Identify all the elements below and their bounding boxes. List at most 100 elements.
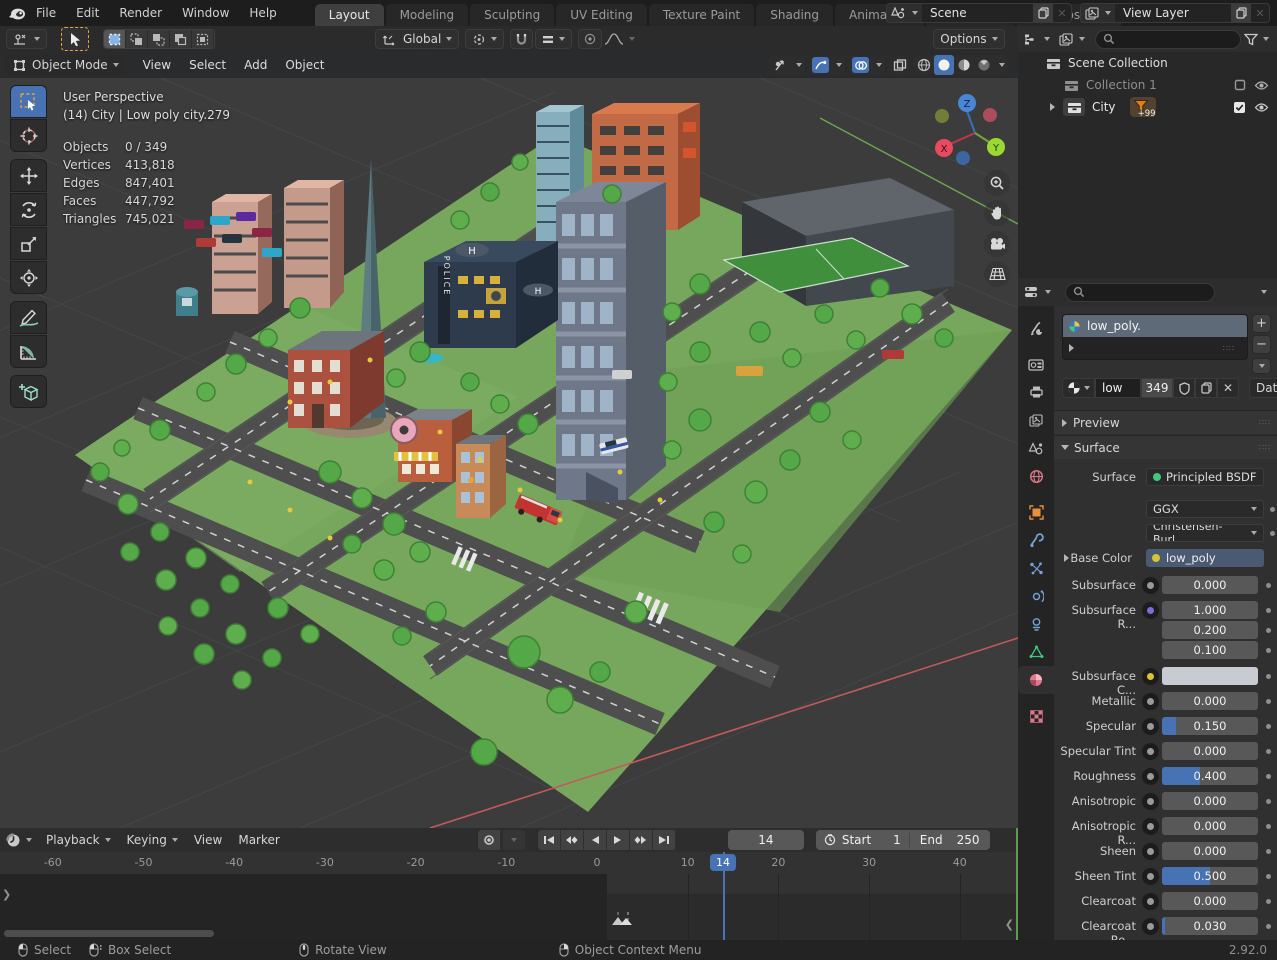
menu-help[interactable]: Help — [239, 6, 286, 20]
tracks-collapse-arrow[interactable]: ❯ — [2, 888, 11, 901]
animate-dot[interactable] — [1266, 648, 1271, 653]
outliner-display-mode-button[interactable] — [1059, 33, 1085, 46]
view-layer-icon[interactable] — [1081, 4, 1115, 22]
tab-object[interactable] — [1018, 498, 1054, 526]
play-reverse-button[interactable] — [584, 830, 607, 850]
toggle-perspective-button[interactable] — [984, 261, 1010, 287]
jump-to-end-button[interactable] — [653, 830, 676, 850]
input-socket-button[interactable] — [1142, 843, 1159, 860]
select-mode-subtract[interactable] — [148, 30, 170, 48]
properties-search-input[interactable] — [1065, 283, 1215, 302]
zoom-tool-button[interactable] — [984, 170, 1010, 196]
tab-modifiers[interactable] — [1018, 526, 1054, 554]
shading-wireframe-icon[interactable] — [914, 55, 934, 75]
tl-marker-menu[interactable]: Marker — [230, 833, 287, 847]
tool-add-primitive[interactable] — [10, 375, 47, 408]
current-frame-badge[interactable]: 14 — [710, 854, 736, 871]
tab-world[interactable] — [1018, 462, 1054, 490]
surface-shader-button[interactable]: Principled BSDF — [1146, 468, 1264, 486]
auto-keying-dropdown[interactable] — [503, 830, 526, 850]
view-layer-name[interactable]: View Layer — [1115, 6, 1231, 20]
exclude-checkbox-checked[interactable] — [1233, 101, 1246, 114]
select-mode-invert[interactable] — [170, 30, 192, 48]
tool-scale[interactable] — [10, 227, 47, 260]
copy-material-button[interactable] — [1195, 378, 1217, 398]
list-resize-grip[interactable]: ∷∷ — [1223, 344, 1235, 353]
value-slider[interactable]: 0.000 — [1162, 576, 1258, 594]
animate-dot[interactable] — [1266, 699, 1271, 704]
subsurface-method-dropdown[interactable]: Christensen-Burl... — [1146, 524, 1264, 542]
outliner-row-scene-collection[interactable]: Scene Collection — [1018, 52, 1277, 74]
scene-copy-button[interactable] — [1033, 4, 1053, 22]
tab-layout[interactable]: Layout — [315, 4, 384, 26]
animate-dot[interactable] — [1266, 849, 1271, 854]
value-slider[interactable]: 0.150 — [1162, 717, 1258, 735]
animate-dot[interactable] — [1266, 874, 1271, 879]
animate-dot[interactable] — [1266, 628, 1271, 633]
tab-render[interactable] — [1018, 350, 1054, 378]
outliner-search-input[interactable] — [1095, 30, 1241, 49]
value-slider[interactable]: 0.030 — [1162, 917, 1258, 935]
gizmos-toggle-dropdown[interactable] — [849, 55, 885, 75]
tab-output[interactable] — [1018, 378, 1054, 406]
vp-menu-object[interactable]: Object — [276, 58, 333, 72]
value-slider[interactable]: 0.500 — [1162, 867, 1258, 885]
tab-object-data[interactable] — [1018, 638, 1054, 666]
tab-scene[interactable] — [1018, 434, 1054, 462]
base-color-texture-button[interactable]: low_poly — [1146, 549, 1264, 567]
hide-eye-icon[interactable] — [1254, 80, 1269, 91]
tab-texture[interactable] — [1018, 702, 1054, 730]
vp-menu-select[interactable]: Select — [180, 58, 235, 72]
input-socket-button[interactable] — [1142, 768, 1159, 785]
value-slider[interactable]: 0.000 — [1162, 742, 1258, 760]
input-socket-button[interactable] — [1142, 602, 1159, 619]
camera-view-button[interactable] — [984, 231, 1010, 257]
tool-rotate[interactable] — [10, 193, 47, 226]
value-field[interactable]: 0.200 — [1162, 621, 1258, 639]
properties-options-chevron[interactable] — [1261, 290, 1267, 294]
menu-file[interactable]: File — [26, 6, 66, 20]
animate-dot[interactable] — [1266, 774, 1271, 779]
snap-toggle[interactable] — [510, 29, 533, 49]
material-slot-list[interactable]: low_poly. ∷∷ — [1062, 314, 1248, 360]
unlink-material-button[interactable]: ✕ — [1217, 378, 1239, 398]
scene-icon[interactable] — [887, 4, 922, 22]
value-field[interactable]: 0.100 — [1162, 641, 1258, 659]
hide-eye-icon[interactable] — [1254, 102, 1269, 113]
select-mode-set[interactable] — [104, 30, 126, 48]
tab-physics[interactable] — [1018, 582, 1054, 610]
animate-dot[interactable] — [1266, 899, 1271, 904]
expand-arrow-icon[interactable] — [1050, 103, 1055, 111]
timeline-editor[interactable]: ❯ ❮ -60-50-40-30-20-10010203040 14 Playb… — [0, 828, 1018, 940]
tab-sculpting[interactable]: Sculpting — [470, 4, 554, 26]
tracks-expand-arrow[interactable]: ❮ — [1005, 918, 1014, 931]
input-socket-button[interactable] — [1142, 577, 1159, 594]
pan-tool-button[interactable] — [984, 200, 1010, 226]
active-tool-indicator[interactable] — [61, 27, 89, 51]
shading-material-icon[interactable] — [954, 55, 974, 75]
value-slider[interactable]: 0.000 — [1162, 792, 1258, 810]
tool-select-box[interactable] — [10, 85, 47, 118]
shading-rendered-icon[interactable] — [974, 55, 994, 75]
animate-dot[interactable] — [1266, 583, 1271, 588]
next-keyframe-button[interactable] — [630, 830, 653, 850]
input-socket-button[interactable] — [1142, 893, 1159, 910]
scene-name[interactable]: Scene — [922, 6, 1033, 20]
tab-modeling[interactable]: Modeling — [386, 4, 469, 26]
toggle-xray-button[interactable] — [889, 55, 910, 75]
prev-keyframe-button[interactable] — [561, 830, 584, 850]
add-material-slot-button[interactable]: + — [1252, 314, 1271, 333]
browse-material-button[interactable] — [1062, 378, 1095, 398]
value-slider[interactable]: 0.000 — [1162, 692, 1258, 710]
preview-panel-header[interactable]: Preview ∷∷ — [1054, 410, 1277, 434]
tab-material[interactable] — [1018, 666, 1054, 694]
tool-cursor[interactable] — [10, 119, 47, 152]
auto-keying-toggle[interactable] — [478, 830, 501, 850]
proportional-falloff-dropdown[interactable] — [604, 32, 635, 46]
outliner-editor-type-button[interactable] — [1024, 33, 1050, 46]
view-layer-copy-button[interactable] — [1231, 4, 1251, 22]
input-socket-button[interactable] — [1142, 743, 1159, 760]
show-gizmo-dropdown[interactable] — [769, 55, 805, 75]
end-frame-field[interactable]: End 250 — [910, 833, 990, 847]
input-socket-button[interactable] — [1142, 668, 1159, 685]
